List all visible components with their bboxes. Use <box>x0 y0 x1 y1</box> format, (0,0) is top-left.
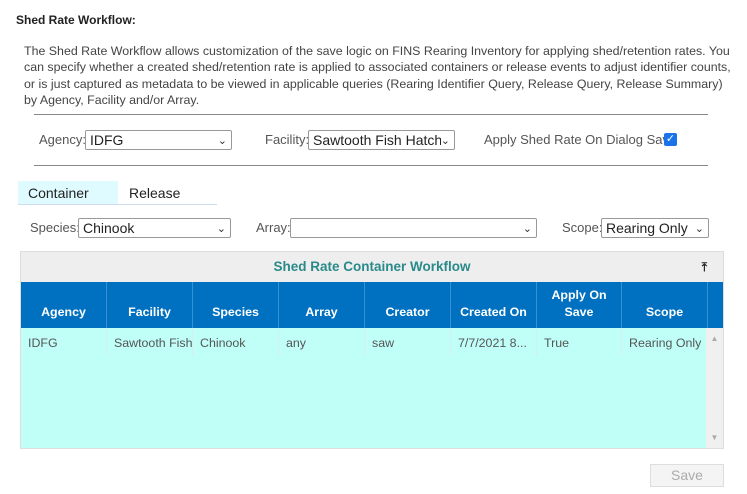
tab-container[interactable]: Container <box>18 181 118 205</box>
export-icon[interactable]: ⤒ <box>702 252 707 282</box>
column-header[interactable]: Species <box>193 282 279 328</box>
cell-scope: Rearing Only <box>622 328 708 356</box>
scroll-down-icon[interactable]: ▼ <box>706 433 723 442</box>
tab-release[interactable]: Release <box>119 181 217 205</box>
scope-value: Rearing Only <box>606 220 688 236</box>
chevron-down-icon: ⌄ <box>522 222 532 235</box>
chevron-down-icon: ⌄ <box>694 222 704 235</box>
column-header[interactable]: Facility <box>107 282 193 328</box>
cell-array: any <box>279 328 365 356</box>
species-select[interactable]: Chinook ⌄ <box>78 218 231 238</box>
cell-species: Chinook <box>193 328 279 356</box>
save-button[interactable]: Save <box>650 464 724 487</box>
array-label: Array: <box>256 220 291 235</box>
grid-title: Shed Rate Container Workflow <box>273 259 471 274</box>
cell-creator: saw <box>365 328 451 356</box>
column-header[interactable]: Apply On Save <box>537 282 622 328</box>
chevron-down-icon: ⌄ <box>216 222 226 235</box>
scroll-up-icon[interactable]: ▲ <box>706 334 723 343</box>
scope-label: Scope: <box>562 220 603 235</box>
species-value: Chinook <box>83 220 135 236</box>
column-header[interactable]: Scope <box>622 282 708 328</box>
cell-facility: Sawtooth Fish <box>107 328 193 356</box>
vertical-scrollbar[interactable]: ▲ ▼ <box>706 328 723 448</box>
page-title: Shed Rate Workflow: <box>16 13 136 27</box>
description: The Shed Rate Workflow allows customizat… <box>24 44 731 107</box>
column-header[interactable]: Created On <box>451 282 537 328</box>
column-header[interactable]: Array <box>279 282 365 328</box>
agency-select[interactable]: IDFG ⌄ <box>85 130 232 150</box>
column-headers: Agency Facility Species Array Creator Cr… <box>21 282 723 328</box>
grid-title-bar: Shed Rate Container Workflow ⤒ <box>21 252 723 282</box>
apply-shed-rate-label: Apply Shed Rate On Dialog Save <box>484 132 677 147</box>
facility-value: Sawtooth Fish Hatche <box>313 132 441 148</box>
chevron-down-icon: ⌄ <box>217 134 227 147</box>
chevron-down-icon: ⌄ <box>440 134 450 147</box>
column-header[interactable]: Agency <box>21 282 107 328</box>
column-header[interactable]: Creator <box>365 282 451 328</box>
facility-label: Facility: <box>265 132 310 147</box>
workflow-grid: Shed Rate Container Workflow ⤒ Agency Fa… <box>20 251 724 449</box>
species-label: Species: <box>30 220 80 235</box>
agency-label: Agency: <box>39 132 86 147</box>
cell-agency: IDFG <box>21 328 107 356</box>
table-row[interactable]: IDFG Sawtooth Fish Chinook any saw 7/7/2… <box>21 328 723 356</box>
scope-select[interactable]: Rearing Only ⌄ <box>601 218 709 238</box>
apply-shed-rate-checkbox[interactable]: ✓ <box>664 133 677 146</box>
divider <box>34 114 708 115</box>
tab-underline <box>18 204 217 205</box>
cell-apply-on-save: True <box>537 328 622 356</box>
array-select[interactable]: ⌄ <box>290 218 537 238</box>
facility-select[interactable]: Sawtooth Fish Hatche ⌄ <box>308 130 455 150</box>
divider <box>34 165 708 166</box>
cell-created-on: 7/7/2021 8... <box>451 328 537 356</box>
agency-value: IDFG <box>90 132 124 148</box>
